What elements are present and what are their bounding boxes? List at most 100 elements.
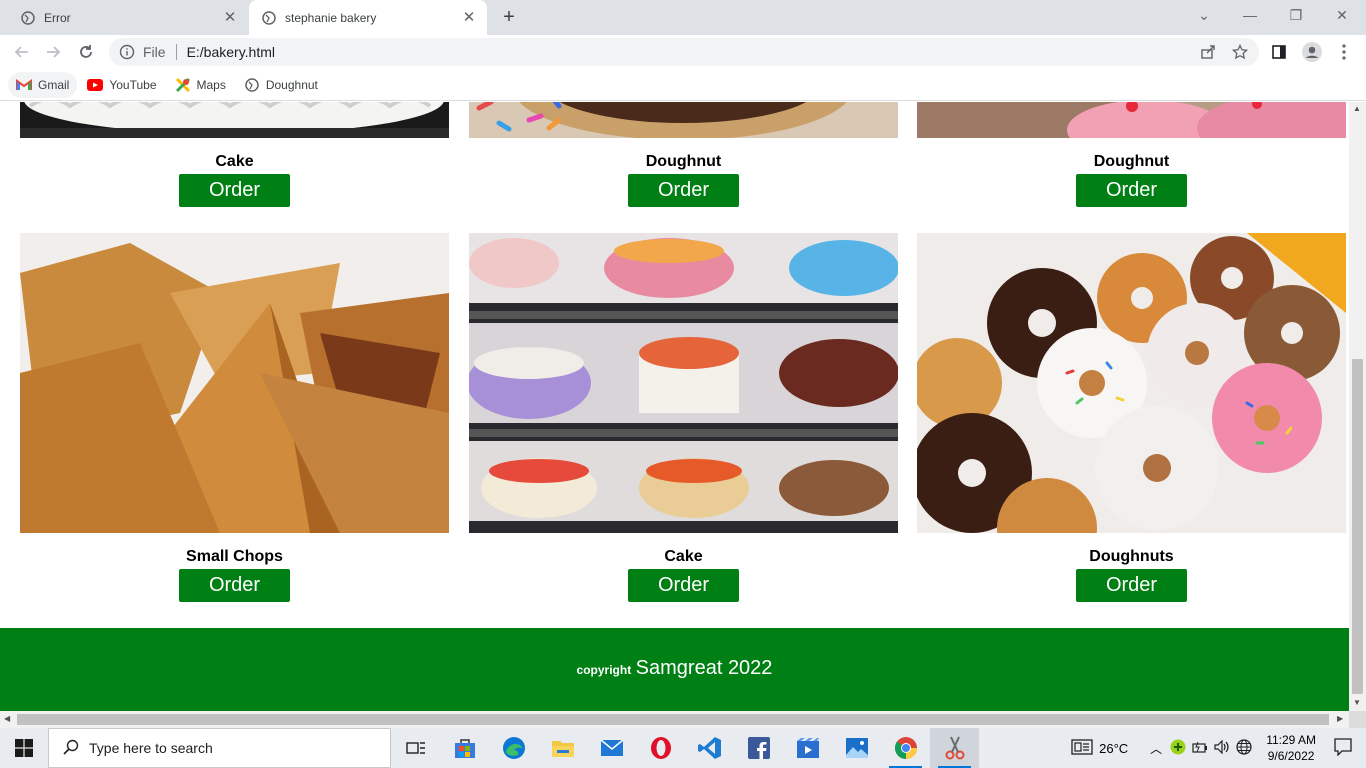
product-name: Doughnut [645, 153, 722, 170]
product-card: Cake Order [20, 102, 449, 207]
close-window-icon[interactable]: ✕ [1319, 0, 1365, 30]
bookmark-doughnut[interactable]: Doughnut [236, 72, 326, 98]
bookmark-youtube[interactable]: YouTube [79, 72, 164, 98]
network-globe-icon[interactable] [1236, 738, 1252, 758]
doughnuts-box-image [917, 233, 1346, 533]
doughnut-image [917, 102, 1346, 138]
product-card: Cake Order [469, 233, 898, 602]
bookmark-label: YouTube [109, 77, 157, 92]
menu-kebab-icon[interactable] [1334, 42, 1354, 62]
clock-time: 11:29 AM [1266, 733, 1316, 747]
edge-icon[interactable] [489, 728, 538, 768]
scroll-left-icon[interactable]: ◀ [4, 714, 10, 723]
snipping-tool-icon[interactable] [930, 728, 979, 768]
horizontal-scrollbar[interactable]: ◀ ▶ [0, 711, 1349, 728]
globe-icon [20, 10, 36, 26]
page-viewport: Cake Order Doughnut Order Doughnut Order… [0, 102, 1349, 711]
side-panel-icon[interactable] [1269, 42, 1289, 62]
mail-icon[interactable] [587, 728, 636, 768]
volume-icon[interactable] [1214, 739, 1230, 757]
product-name: Cake [215, 153, 254, 170]
maps-icon [175, 77, 191, 93]
scrollbar-thumb[interactable] [1352, 359, 1363, 694]
bookmarks-bar: Gmail YouTube Maps Doughnut [0, 69, 1366, 101]
cake-display-image [469, 233, 898, 533]
battery-icon[interactable] [1192, 740, 1208, 757]
tab-strip: Error ✕ stephanie bakery ✕ + ⌄ — ❐ ✕ [0, 0, 1366, 35]
taskbar-clock[interactable]: 11:29 AM 9/6/2022 [1266, 732, 1316, 764]
opera-icon[interactable] [636, 728, 685, 768]
tab-search-icon[interactable]: ⌄ [1181, 0, 1227, 30]
share-icon[interactable] [1198, 42, 1218, 62]
chrome-icon[interactable] [881, 728, 930, 768]
product-card: Small Chops Order [20, 233, 449, 602]
tab-error[interactable]: Error ✕ [8, 0, 248, 35]
task-view-icon[interactable] [391, 728, 440, 768]
back-icon[interactable] [12, 42, 32, 62]
product-name: Doughnut [1093, 153, 1170, 170]
product-name: Doughnuts [1089, 548, 1174, 565]
vertical-scrollbar[interactable]: ▲ ▼ [1349, 102, 1366, 711]
add-app-icon[interactable] [1170, 739, 1186, 758]
new-tab-button[interactable]: + [499, 7, 519, 27]
bookmark-label: Gmail [38, 77, 70, 92]
windows-start-icon[interactable] [0, 728, 48, 768]
doughnut-image [469, 102, 898, 138]
scrollbar-corner [1349, 711, 1366, 728]
browser-toolbar: File E:/bakery.html [0, 35, 1366, 69]
chevron-up-icon[interactable]: ︿ [1150, 740, 1162, 757]
globe-icon [261, 10, 277, 26]
scroll-right-icon[interactable]: ▶ [1337, 714, 1343, 723]
info-icon[interactable] [119, 44, 135, 60]
product-name: Cake [664, 548, 703, 565]
tab-title: stephanie bakery [285, 10, 377, 25]
order-button[interactable]: Order [1076, 569, 1187, 602]
copyright-owner: Samgreat 2022 [635, 657, 773, 679]
close-tab-icon[interactable]: ✕ [461, 9, 477, 26]
vscode-icon[interactable] [685, 728, 734, 768]
order-button[interactable]: Order [179, 569, 290, 602]
restore-icon[interactable]: ❐ [1273, 0, 1319, 30]
weather-temperature[interactable]: 26°C [1099, 741, 1128, 756]
product-card: Doughnut Order [469, 102, 898, 207]
bookmark-gmail[interactable]: Gmail [8, 71, 78, 98]
bookmark-maps[interactable]: Maps [167, 72, 234, 98]
reload-icon[interactable] [76, 42, 96, 62]
bookmark-star-icon[interactable] [1230, 42, 1250, 62]
close-tab-icon[interactable]: ✕ [222, 9, 238, 26]
scroll-up-icon[interactable]: ▲ [1353, 104, 1361, 113]
photos-icon[interactable] [832, 728, 881, 768]
tab-stephanie-bakery[interactable]: stephanie bakery ✕ [249, 0, 487, 35]
facebook-icon[interactable] [734, 728, 783, 768]
tab-title: Error [44, 10, 71, 25]
url-scheme: File [143, 44, 166, 60]
copyright-label: copyright [576, 663, 632, 677]
forward-icon[interactable] [43, 42, 63, 62]
notification-icon[interactable] [1334, 737, 1352, 759]
globe-icon [244, 77, 260, 93]
weather-icon[interactable] [1071, 738, 1093, 758]
small-chops-image [20, 233, 449, 533]
taskbar: Type here to search 26°C ︿ 11:29 AM 9/6/… [0, 728, 1366, 768]
search-icon [63, 739, 79, 758]
youtube-icon [87, 77, 104, 93]
product-name: Small Chops [186, 548, 283, 565]
order-button[interactable]: Order [628, 174, 739, 207]
order-button[interactable]: Order [628, 569, 739, 602]
system-tray: 26°C ︿ 11:29 AM 9/6/2022 [1071, 728, 1366, 768]
video-editor-icon[interactable] [783, 728, 832, 768]
order-button[interactable]: Order [179, 174, 290, 207]
profile-avatar-icon[interactable] [1302, 42, 1322, 62]
scroll-down-icon[interactable]: ▼ [1353, 698, 1361, 707]
taskbar-search-box[interactable]: Type here to search [48, 728, 391, 768]
cake-image [20, 102, 449, 138]
order-button[interactable]: Order [1076, 174, 1187, 207]
microsoft-store-icon[interactable] [440, 728, 489, 768]
product-card: Doughnuts Order [917, 233, 1346, 602]
file-explorer-icon[interactable] [538, 728, 587, 768]
address-bar[interactable]: File E:/bakery.html [109, 38, 1259, 66]
scrollbar-thumb[interactable] [17, 714, 1329, 725]
clock-date: 9/6/2022 [1267, 749, 1315, 763]
url-text[interactable]: E:/bakery.html [187, 44, 275, 60]
minimize-icon[interactable]: — [1227, 0, 1273, 30]
